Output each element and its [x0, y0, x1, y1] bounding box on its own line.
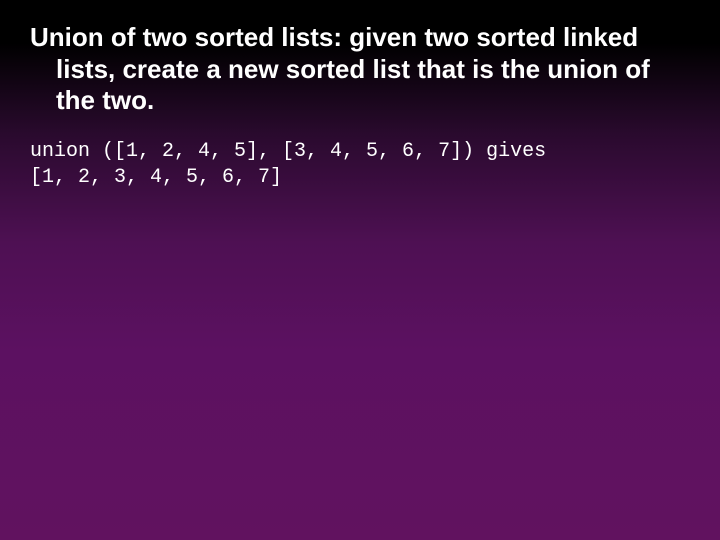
slide: Union of two sorted lists: given two sor…: [0, 0, 720, 540]
slide-heading: Union of two sorted lists: given two sor…: [26, 0, 720, 117]
code-line-2: [1, 2, 3, 4, 5, 6, 7]: [30, 166, 282, 189]
code-line-1: union ([1, 2, 4, 5], [3, 4, 5, 6, 7]) gi…: [30, 140, 546, 163]
code-example: union ([1, 2, 4, 5], [3, 4, 5, 6, 7]) gi…: [0, 117, 720, 190]
